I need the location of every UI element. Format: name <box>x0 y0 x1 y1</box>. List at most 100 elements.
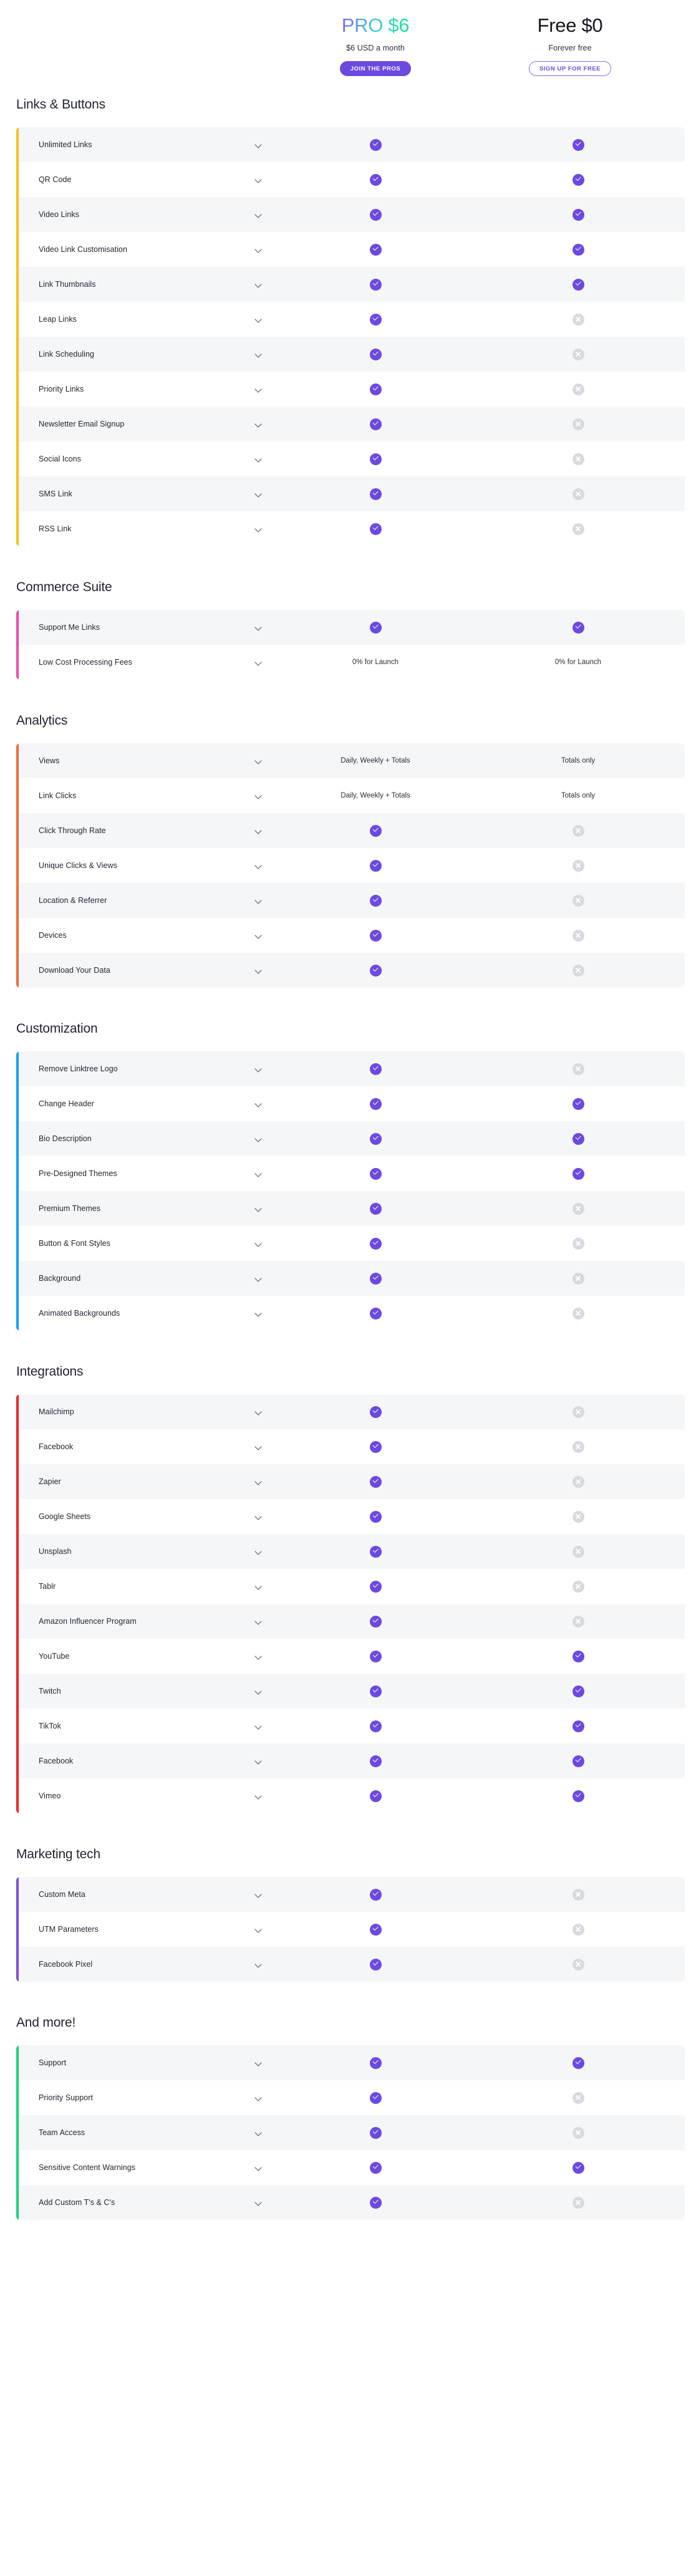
chevron-down-icon[interactable] <box>255 2095 262 2101</box>
chevron-down-icon[interactable] <box>255 1618 262 1625</box>
chevron-down-icon[interactable] <box>255 526 262 533</box>
chevron-down-icon[interactable] <box>255 491 262 498</box>
chevron-down-icon[interactable] <box>255 211 262 218</box>
chevron-down-icon[interactable] <box>255 758 262 765</box>
chevron-down-icon[interactable] <box>255 2164 262 2171</box>
chevron-down-icon[interactable] <box>255 1479 262 1485</box>
chevron-down-icon[interactable] <box>255 246 262 253</box>
feature-row-toggle[interactable]: Sensitive Content Warnings <box>16 2150 279 2185</box>
feature-row-toggle[interactable]: Priority Links <box>16 372 279 407</box>
feature-row-toggle[interactable]: Animated Backgrounds <box>16 1296 279 1331</box>
chevron-down-icon[interactable] <box>255 1513 262 1520</box>
feature-row-toggle[interactable]: Pre-Designed Themes <box>16 1156 279 1191</box>
chevron-down-icon[interactable] <box>255 1583 262 1590</box>
chevron-down-icon[interactable] <box>255 1793 262 1800</box>
feature-row-toggle[interactable]: QR Code <box>16 162 279 197</box>
feature-row-toggle[interactable]: Location & Referrer <box>16 883 279 918</box>
feature-row-toggle[interactable]: Low Cost Processing Fees <box>16 645 279 680</box>
chevron-down-icon[interactable] <box>255 386 262 393</box>
feature-row-toggle[interactable]: Newsletter Email Signup <box>16 407 279 441</box>
feature-row-toggle[interactable]: Google Sheets <box>16 1499 279 1534</box>
feature-row-toggle[interactable]: Unsplash <box>16 1534 279 1569</box>
feature-row-toggle[interactable]: Team Access <box>16 2115 279 2150</box>
feature-row-toggle[interactable]: Leap Links <box>16 302 279 337</box>
chevron-down-icon[interactable] <box>255 932 262 939</box>
chevron-down-icon[interactable] <box>255 1548 262 1555</box>
feature-row-toggle[interactable]: Facebook <box>16 1429 279 1464</box>
chevron-down-icon[interactable] <box>255 1101 262 1107</box>
feature-row-toggle[interactable]: Support Me Links <box>16 610 279 645</box>
chevron-down-icon[interactable] <box>255 176 262 183</box>
feature-row-toggle[interactable]: Download Your Data <box>16 953 279 988</box>
chevron-down-icon[interactable] <box>255 897 262 904</box>
chevron-down-icon[interactable] <box>255 827 262 834</box>
chevron-down-icon[interactable] <box>255 316 262 323</box>
feature-row-toggle[interactable]: Add Custom T's & C's <box>16 2185 279 2220</box>
chevron-down-icon[interactable] <box>255 456 262 463</box>
chevron-down-icon[interactable] <box>255 1653 262 1660</box>
sign-up-for-free-button[interactable]: SIGN UP FOR FREE <box>528 61 612 77</box>
feature-row-toggle[interactable]: Unique Clicks & Views <box>16 848 279 883</box>
chevron-down-icon[interactable] <box>255 421 262 428</box>
chevron-down-icon[interactable] <box>255 1926 262 1933</box>
feature-row-toggle[interactable]: Vimeo <box>16 1778 279 1813</box>
feature-row-toggle[interactable]: Mailchimp <box>16 1394 279 1429</box>
feature-row-toggle[interactable]: Priority Support <box>16 2080 279 2115</box>
chevron-down-icon[interactable] <box>255 281 262 288</box>
feature-row-toggle[interactable]: Video Link Customisation <box>16 232 279 267</box>
chevron-down-icon[interactable] <box>255 659 262 666</box>
chevron-down-icon[interactable] <box>255 1961 262 1968</box>
feature-row-toggle[interactable]: YouTube <box>16 1639 279 1674</box>
chevron-down-icon[interactable] <box>255 2060 262 2067</box>
feature-row-toggle[interactable]: Video Links <box>16 197 279 232</box>
feature-row-toggle[interactable]: Facebook <box>16 1744 279 1778</box>
chevron-down-icon[interactable] <box>255 793 262 799</box>
feature-row-toggle[interactable]: Facebook Pixel <box>16 1947 279 1982</box>
feature-row-toggle[interactable]: SMS Link <box>16 476 279 511</box>
chevron-down-icon[interactable] <box>255 1723 262 1730</box>
chevron-down-icon[interactable] <box>255 1136 262 1142</box>
chevron-down-icon[interactable] <box>255 1444 262 1450</box>
feature-row-toggle[interactable]: Link Clicks <box>16 778 279 813</box>
chevron-down-icon[interactable] <box>255 142 262 148</box>
feature-row-toggle[interactable]: Custom Meta <box>16 1877 279 1912</box>
chevron-down-icon[interactable] <box>255 351 262 358</box>
chevron-down-icon[interactable] <box>255 1310 262 1317</box>
feature-row-toggle[interactable]: Views <box>16 743 279 778</box>
chevron-down-icon[interactable] <box>255 1409 262 1416</box>
chevron-down-icon[interactable] <box>255 862 262 869</box>
feature-row-toggle[interactable]: Unlimited Links <box>16 127 279 162</box>
feature-row-toggle[interactable]: TikTok <box>16 1709 279 1744</box>
feature-row-toggle[interactable]: Premium Themes <box>16 1191 279 1226</box>
chevron-down-icon[interactable] <box>255 967 262 974</box>
chevron-down-icon[interactable] <box>255 624 262 631</box>
chevron-down-icon[interactable] <box>255 2199 262 2206</box>
feature-row-toggle[interactable]: RSS Link <box>16 511 279 546</box>
feature-row-toggle[interactable]: Zapier <box>16 1464 279 1499</box>
feature-row-toggle[interactable]: Background <box>16 1261 279 1296</box>
chevron-down-icon[interactable] <box>255 1758 262 1765</box>
feature-row-toggle[interactable]: Tablr <box>16 1569 279 1604</box>
feature-row-toggle[interactable]: Button & Font Styles <box>16 1226 279 1261</box>
chevron-down-icon[interactable] <box>255 1170 262 1177</box>
feature-row-toggle[interactable]: UTM Parameters <box>16 1912 279 1947</box>
chevron-down-icon[interactable] <box>255 1240 262 1247</box>
feature-row-toggle[interactable]: Bio Description <box>16 1121 279 1156</box>
feature-row-toggle[interactable]: Link Thumbnails <box>16 267 279 302</box>
chevron-down-icon[interactable] <box>255 1891 262 1898</box>
join-the-pros-button[interactable]: JOIN THE PROS <box>339 61 412 77</box>
feature-row-toggle[interactable]: Social Icons <box>16 441 279 476</box>
feature-row-toggle[interactable]: Twitch <box>16 1674 279 1709</box>
feature-row-toggle[interactable]: Amazon Influencer Program <box>16 1604 279 1639</box>
feature-row-toggle[interactable]: Change Header <box>16 1086 279 1121</box>
feature-row-toggle[interactable]: Link Scheduling <box>16 337 279 372</box>
feature-row-toggle[interactable]: Remove Linktree Logo <box>16 1051 279 1086</box>
feature-row-toggle[interactable]: Click Through Rate <box>16 813 279 848</box>
feature-row-toggle[interactable]: Devices <box>16 918 279 953</box>
chevron-down-icon[interactable] <box>255 1205 262 1212</box>
feature-row-toggle[interactable]: Support <box>16 2045 279 2080</box>
chevron-down-icon[interactable] <box>255 1066 262 1073</box>
chevron-down-icon[interactable] <box>255 1275 262 1282</box>
chevron-down-icon[interactable] <box>255 2130 262 2136</box>
chevron-down-icon[interactable] <box>255 1688 262 1695</box>
